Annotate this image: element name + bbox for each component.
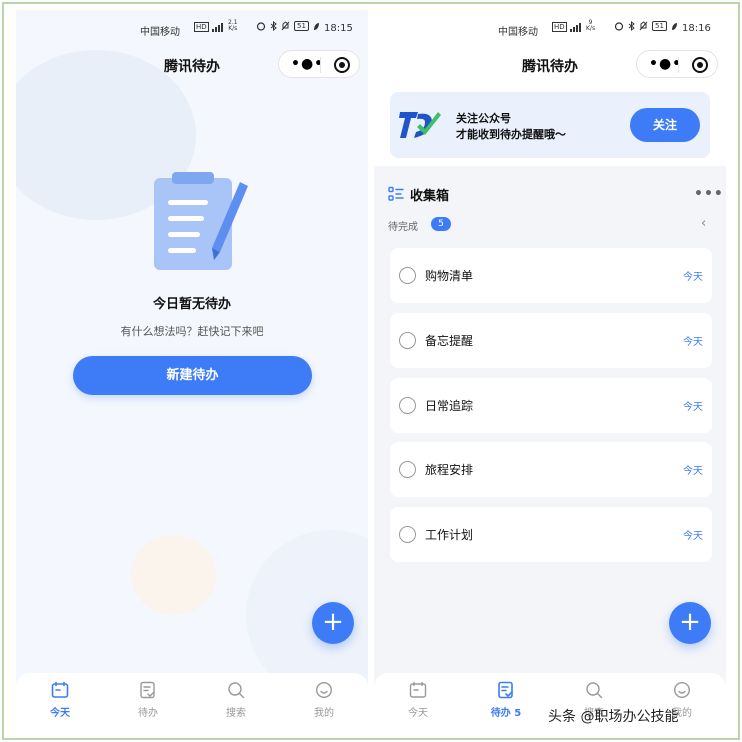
collapse-chevron-icon[interactable]: ‹ (701, 216, 706, 231)
alarm-icon (614, 22, 624, 31)
net-speed: 2.1 K/s (228, 19, 238, 32)
complete-checkbox[interactable] (399, 332, 416, 349)
plus-icon: + (322, 607, 344, 637)
mute-icon (639, 21, 648, 31)
clock: 18:15 (324, 23, 353, 34)
tab-todo[interactable]: 待办 5 (462, 673, 550, 726)
tab-label: 今天 (50, 708, 70, 719)
tab-label: 我的 (314, 708, 334, 719)
empty-state-title: 今日暂无待办 (152, 297, 231, 312)
todo-item[interactable]: 购物清单 今天 (390, 248, 712, 303)
todo-date: 今天 (683, 531, 703, 542)
leaf-icon (313, 22, 319, 30)
battery-icon: 51 (294, 21, 309, 31)
carrier-label: 中国移动 (498, 27, 538, 38)
capsule-divider (320, 57, 321, 73)
todo-list-icon (140, 681, 155, 699)
status-icons: 51 (614, 21, 678, 31)
status-icons: 51 (256, 21, 320, 31)
new-todo-button[interactable]: 新建待办 (73, 356, 312, 395)
status-bar: 中国移动 HD 2.1 K/s 51 18:15 (16, 10, 368, 46)
network-label: HD (194, 21, 209, 32)
clock: 18:16 (682, 23, 711, 34)
clipboard-icon (154, 172, 248, 270)
todo-date: 今天 (683, 402, 703, 413)
close-target-icon[interactable] (692, 57, 708, 73)
todo-title: 工作计划 (425, 528, 474, 542)
watermark: 头条 @职场办公技能 (548, 709, 679, 725)
plus-icon: + (679, 607, 701, 637)
tab-label: 搜索 (226, 708, 246, 719)
tab-label: 待办 5 (490, 708, 522, 719)
tab-label: 今天 (408, 708, 428, 719)
app-logo-icon (399, 112, 441, 138)
complete-checkbox[interactable] (399, 526, 416, 543)
todo-list-icon (498, 681, 513, 699)
follow-banner: 关注公众号 才能收到待办提醒哦～ 关注 (390, 92, 710, 158)
pending-label: 待完成 (388, 222, 418, 233)
pending-count-badge: 5 (431, 217, 451, 231)
decorative-circle (131, 535, 216, 615)
leaf-icon (671, 22, 677, 30)
mute-icon (281, 21, 290, 31)
todo-item[interactable]: 旅程安排 今天 (390, 442, 712, 497)
bluetooth-icon (628, 21, 635, 31)
more-options-icon[interactable]: ••• (694, 186, 724, 202)
calendar-icon (409, 681, 427, 698)
todo-item[interactable]: 工作计划 今天 (390, 507, 712, 562)
nav-bar: 腾讯待办 •●• (374, 46, 726, 86)
miniprogram-capsule: •●• (636, 50, 718, 78)
tab-search[interactable]: 搜索 (192, 673, 280, 726)
search-icon (228, 682, 245, 699)
todo-date: 今天 (683, 466, 703, 477)
close-target-icon[interactable] (334, 57, 350, 73)
tab-label: 待办 (138, 708, 158, 719)
signal-icon: HD (194, 21, 224, 32)
complete-checkbox[interactable] (399, 397, 416, 414)
nav-bar: 腾讯待办 •●• (16, 46, 368, 86)
empty-state-subtitle: 有什么想法吗？赶快记下来吧 (120, 325, 264, 338)
todo-title: 备忘提醒 (425, 334, 474, 348)
tab-today[interactable]: 今天 (16, 673, 104, 726)
complete-checkbox[interactable] (399, 267, 416, 284)
net-speed: 9 K/s (586, 19, 596, 32)
tab-mine[interactable]: 我的 (280, 673, 368, 726)
add-button[interactable]: + (312, 602, 354, 644)
banner-line-2: 才能收到待办提醒哦～ (456, 128, 566, 141)
complete-checkbox[interactable] (399, 461, 416, 478)
smile-icon (673, 681, 691, 699)
carrier-label: 中国移动 (140, 27, 180, 38)
tab-today[interactable]: 今天 (374, 673, 462, 726)
status-bar: 中国移动 HD 9 K/s 51 18:16 (374, 10, 726, 46)
search-icon (586, 682, 603, 699)
signal-icon: HD (552, 21, 582, 32)
add-button[interactable]: + (669, 602, 711, 644)
bluetooth-icon (270, 21, 277, 31)
capsule-divider (678, 57, 679, 73)
phone-today-screen: 中国移动 HD 2.1 K/s 51 18:15 腾讯待办 •●• 今日暂无待办… (16, 10, 368, 726)
miniprogram-capsule: •●• (278, 50, 360, 78)
todo-item[interactable]: 备忘提醒 今天 (390, 313, 712, 368)
todo-title: 购物清单 (425, 269, 474, 283)
alarm-icon (256, 22, 266, 31)
todo-title: 日常追踪 (425, 399, 474, 413)
todo-title: 旅程安排 (425, 463, 474, 477)
calendar-icon (51, 681, 69, 698)
network-label: HD (552, 21, 567, 32)
todo-date: 今天 (683, 337, 703, 348)
phone-todo-screen: 中国移动 HD 9 K/s 51 18:16 腾讯待办 •●• 关注公众号 才能… (374, 10, 726, 726)
follow-button[interactable]: 关注 (630, 108, 700, 142)
list-grid-icon (388, 186, 404, 201)
todo-date: 今天 (683, 272, 703, 283)
battery-icon: 51 (652, 21, 667, 31)
smile-icon (315, 681, 333, 699)
banner-line-1: 关注公众号 (456, 112, 511, 125)
inbox-title: 收集箱 (410, 189, 450, 204)
tab-todo[interactable]: 待办 (104, 673, 192, 726)
todo-item[interactable]: 日常追踪 今天 (390, 378, 712, 433)
tab-bar: 今天 待办 搜索 我的 (16, 673, 368, 726)
